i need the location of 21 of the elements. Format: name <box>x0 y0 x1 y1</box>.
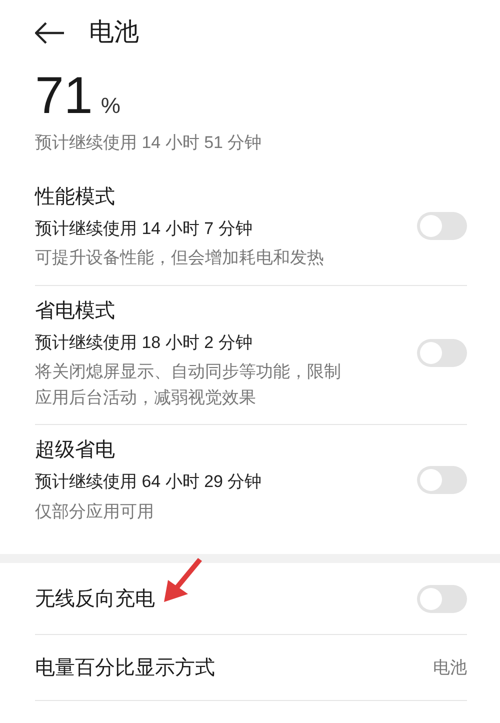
remaining-time-estimate: 预计继续使用 14 小时 51 分钟 <box>35 132 263 154</box>
mode-description: 将关闭熄屏显示、自动同步等功能，限制应用后台活动，减弱视觉效果 <box>35 361 342 408</box>
mode-description: 可提升设备性能，但会增加耗电和发热 <box>35 247 325 269</box>
mode-description: 仅部分应用可用 <box>35 500 155 522</box>
toggle-switch[interactable] <box>417 338 467 367</box>
toggle-switch[interactable] <box>417 212 467 240</box>
mode-estimate: 预计继续使用 18 小时 2 分钟 <box>35 332 254 354</box>
setting-label: 电量百分比显示方式 <box>35 656 215 680</box>
mode-title: 超级省电 <box>35 438 116 463</box>
setting-value: 电池 <box>433 656 467 679</box>
mode-estimate: 预计继续使用 14 小时 7 分钟 <box>35 218 254 240</box>
setting-label: 无线反向充电 <box>35 586 155 612</box>
battery-percentage: 71 <box>35 70 93 122</box>
mode-title: 性能模式 <box>35 184 116 210</box>
mode-estimate: 预计继续使用 64 小时 29 分钟 <box>35 471 263 493</box>
page-title: 电池 <box>89 17 139 48</box>
back-icon[interactable] <box>35 22 65 44</box>
toggle-switch[interactable] <box>417 584 467 612</box>
percent-unit: % <box>100 92 120 120</box>
mode-title: 省电模式 <box>35 298 116 324</box>
toggle-switch[interactable] <box>417 466 467 494</box>
